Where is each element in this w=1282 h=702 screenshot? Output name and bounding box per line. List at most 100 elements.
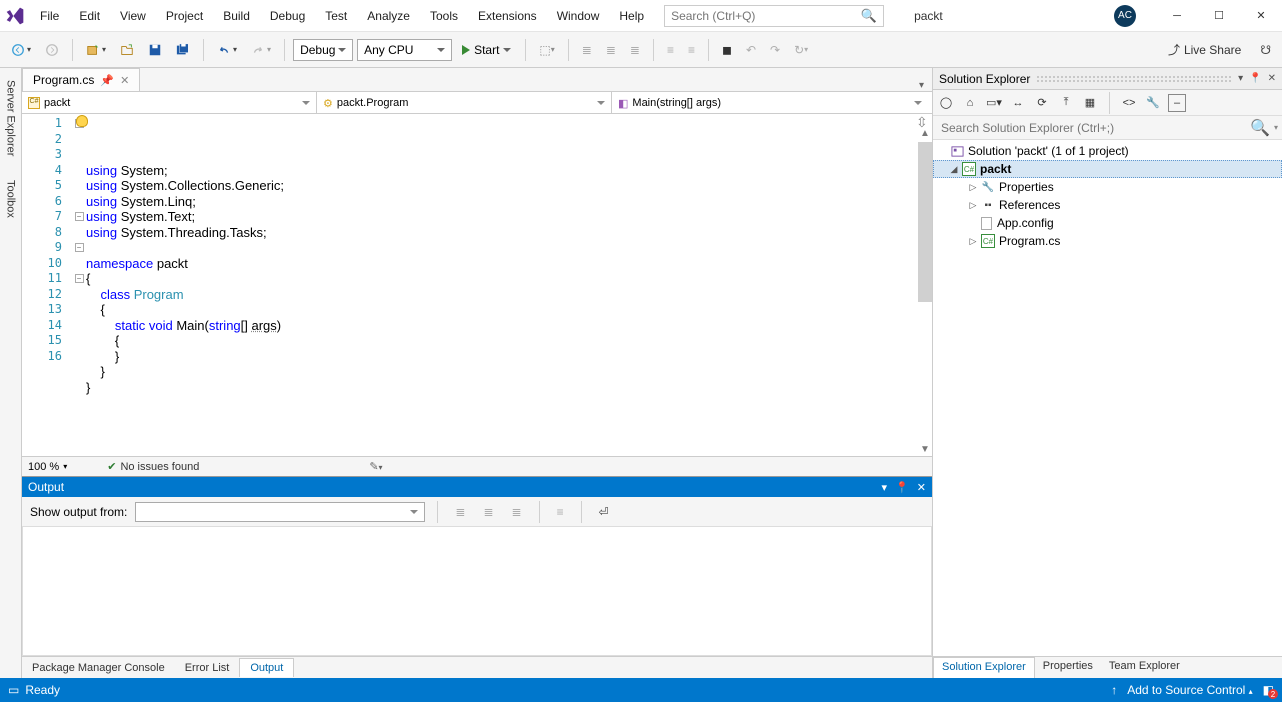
user-avatar[interactable]: AC [1114,5,1136,27]
collapse-arrow-icon[interactable]: ▷ [967,182,979,193]
appconfig-node[interactable]: App.config [933,214,1282,232]
menu-view[interactable]: View [110,3,156,29]
zoom-dropdown[interactable]: 100 %▾ [28,461,67,473]
quick-search-input[interactable] [671,9,851,23]
output-close-icon[interactable]: ✕ [917,481,926,494]
bookmark-icon[interactable]: ◼ [717,40,737,60]
programcs-node[interactable]: ▷ C# Program.cs [933,232,1282,250]
split-handle-icon[interactable]: ⇳ [916,114,930,128]
doc-tab-program[interactable]: Program.cs 📌 ✕ [22,68,140,91]
pin-icon[interactable]: 📌 [100,74,114,87]
tab-properties[interactable]: Properties [1035,657,1101,678]
source-control-button[interactable]: Add to Source Control ▴ [1127,683,1252,697]
solution-node[interactable]: Solution 'packt' (1 of 1 project) [933,142,1282,160]
code-editor[interactable]: 12345678910111213141516 −−−− using Syste… [22,114,932,456]
menu-debug[interactable]: Debug [260,3,315,29]
solexp-title-bar[interactable]: Solution Explorer ▾ 📍 ✕ [933,68,1282,90]
minimize-button[interactable]: ─ [1156,1,1198,31]
cleanup-icon[interactable]: ✎▾ [369,460,382,473]
tab-solution-explorer[interactable]: Solution Explorer [933,657,1035,678]
step-button[interactable]: ⬚▾ [534,40,559,60]
solexp-properties-icon[interactable]: 🔧 [1144,94,1162,112]
config-dropdown[interactable]: Debug [293,39,353,61]
tab-team-explorer[interactable]: Team Explorer [1101,657,1188,678]
feedback-icon[interactable]: ☋ [1255,40,1276,60]
live-share-button[interactable]: ⤴Live Share [1160,37,1249,62]
code-area[interactable]: using System;using System.Collections.Ge… [86,114,932,456]
solexp-arrow-icon[interactable]: ↔ [1009,94,1027,112]
save-button[interactable] [143,40,167,60]
lightbulb-icon[interactable] [76,115,88,127]
solexp-refresh-icon[interactable]: ⟳ [1033,94,1051,112]
solexp-pin-icon[interactable]: 📍 [1249,73,1261,84]
menu-extensions[interactable]: Extensions [468,3,547,29]
nav-back-button[interactable]: ▾ [6,40,36,60]
menu-help[interactable]: Help [609,3,654,29]
output-dropdown-icon[interactable]: ▾ [882,481,888,494]
expand-arrow-icon[interactable]: ◢ [948,164,960,175]
solexp-dropdown-icon[interactable]: ▾ [1238,73,1243,84]
solexp-back-icon[interactable]: ◯ [937,94,955,112]
solexp-tree[interactable]: Solution 'packt' (1 of 1 project) ◢ C# p… [933,140,1282,656]
close-tab-icon[interactable]: ✕ [120,74,129,87]
tab-package-manager-console[interactable]: Package Manager Console [22,659,175,677]
solexp-preview-icon[interactable]: – [1168,94,1186,112]
publish-icon[interactable]: ↑ [1111,683,1117,697]
solexp-search[interactable]: 🔍 ▾ [933,116,1282,140]
output-source-dropdown[interactable] [135,502,425,522]
project-node[interactable]: ◢ C# packt [933,160,1282,178]
nav-fwd-button[interactable] [40,40,64,60]
tab-output[interactable]: Output [239,658,294,677]
solexp-sync-icon[interactable]: ▭▾ [985,94,1003,112]
side-tab-toolbox[interactable]: Toolbox [3,174,19,224]
solexp-showall-icon[interactable]: ▦ [1081,94,1099,112]
solexp-search-input[interactable] [937,119,1250,137]
output-header[interactable]: Output ▾ 📍 ✕ [22,477,932,497]
output-pin-icon[interactable]: 📍 [895,481,909,494]
save-all-button[interactable] [171,40,195,60]
side-tab-server-explorer[interactable]: Server Explorer [3,74,19,162]
menu-analyze[interactable]: Analyze [357,3,420,29]
undo-button[interactable]: ▾ [212,40,242,60]
open-file-button[interactable] [115,40,139,60]
menu-tools[interactable]: Tools [420,3,468,29]
redo-button[interactable]: ▾ [246,40,276,60]
fold-column[interactable]: −−−− [72,114,86,456]
menu-edit[interactable]: Edit [69,3,110,29]
menu-test[interactable]: Test [315,3,357,29]
properties-node[interactable]: ▷ 🔧 Properties [933,178,1282,196]
notifications-button[interactable]: ◧ 2 [1263,683,1274,697]
menu-build[interactable]: Build [213,3,260,29]
solexp-home-icon[interactable]: ⌂ [961,94,979,112]
output-toolbar: Show output from: ≣ ≣ ≣ ≡ ⏎ [22,497,932,527]
menu-project[interactable]: Project [156,3,213,29]
member-dropdown[interactable]: ◧Main(string[] args) [612,92,932,114]
collapse-arrow-icon[interactable]: ▷ [967,200,979,211]
quick-search[interactable]: 🔍 [664,5,884,27]
search-dd-icon[interactable]: ▾ [1274,123,1278,132]
platform-dropdown[interactable]: Any CPU [357,39,452,61]
scroll-down-icon[interactable]: ▼ [920,444,930,454]
maximize-button[interactable]: ☐ [1198,1,1240,31]
out-wrap-icon[interactable]: ⏎ [594,502,614,522]
close-button[interactable]: ✕ [1240,1,1282,31]
class-dropdown[interactable]: ⚙packt.Program [317,92,612,114]
menu-window[interactable]: Window [547,3,610,29]
scope-dropdown[interactable]: C#packt [22,92,317,114]
status-window-icon[interactable]: ▭ [8,683,19,697]
output-body[interactable] [22,527,932,656]
tab-error-list[interactable]: Error List [175,659,240,677]
scrollbar-thumb[interactable] [918,142,932,302]
menu-file[interactable]: File [30,3,69,29]
solexp-close-icon[interactable]: ✕ [1268,73,1276,84]
solexp-collapse-icon[interactable]: ⤒ [1057,94,1075,112]
collapse-arrow-icon[interactable]: ▷ [967,236,979,247]
start-button[interactable]: Start [456,40,517,60]
scroll-up-icon[interactable]: ▲ [920,128,930,138]
references-node[interactable]: ▷ ▪▪ References [933,196,1282,214]
new-project-button[interactable]: ▾ [81,40,111,60]
issues-indicator[interactable]: ✔No issues found [107,460,199,473]
tabs-overflow-icon[interactable]: ▾ [919,80,932,91]
solexp-code-icon[interactable]: <> [1120,94,1138,112]
solution-icon [951,145,964,158]
